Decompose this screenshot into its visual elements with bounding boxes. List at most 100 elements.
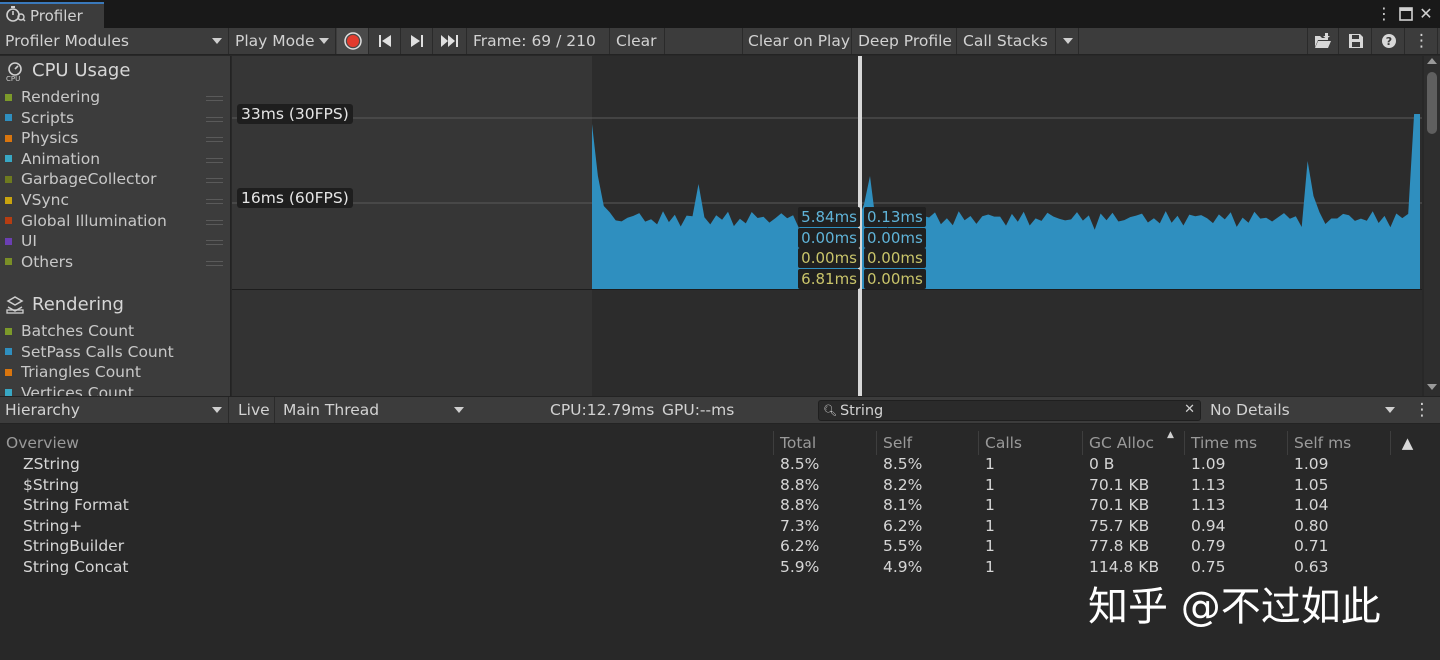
reorder-handle-icon[interactable] bbox=[206, 137, 223, 143]
scroll-down-icon[interactable] bbox=[1427, 384, 1437, 390]
table-cell: 0.94 bbox=[1191, 516, 1226, 535]
clear-on-play-toggle[interactable]: Clear on Play bbox=[742, 28, 852, 54]
help-button[interactable]: ? bbox=[1373, 28, 1405, 54]
record-button[interactable] bbox=[337, 28, 369, 54]
cpu-usage-module-header[interactable]: CPU CPU Usage bbox=[5, 60, 130, 81]
cpu-legend-item[interactable]: Animation bbox=[5, 150, 100, 168]
maximize-icon[interactable] bbox=[1396, 4, 1416, 24]
cpu-legend-item[interactable]: Global Illumination bbox=[5, 212, 167, 230]
column-header[interactable]: Calls bbox=[978, 431, 1082, 455]
table-cell: 8.5% bbox=[780, 455, 820, 473]
legend-color-swatch bbox=[5, 217, 12, 225]
table-row[interactable]: StringBuilder 6.2% 5.5% 1 77.8 KB 0.79 0.71 bbox=[0, 537, 1440, 558]
scroll-up-icon[interactable] bbox=[1427, 58, 1437, 64]
table-row[interactable]: ZString 8.5% 8.5% 1 0 B 1.09 1.09 bbox=[0, 455, 1440, 476]
table-cell: 70.1 KB bbox=[1089, 496, 1150, 515]
table-row[interactable]: String Format 8.8% 8.1% 1 70.1 KB 1.13 1.04 bbox=[0, 496, 1440, 517]
call-stacks-dropdown[interactable] bbox=[1057, 28, 1079, 54]
clear-button[interactable]: Clear bbox=[611, 28, 665, 54]
search-field[interactable]: 🔍︎ String ✕ bbox=[818, 400, 1201, 421]
reorder-handle-icon[interactable] bbox=[206, 260, 223, 266]
help-icon: ? bbox=[1381, 34, 1396, 48]
reorder-handle-icon[interactable] bbox=[206, 96, 223, 101]
cpu-legend-item[interactable]: Scripts bbox=[5, 109, 74, 127]
deep-profile-toggle[interactable]: Deep Profile bbox=[853, 28, 957, 54]
folder-open-icon bbox=[1315, 33, 1331, 48]
cpu-legend-item[interactable]: Physics bbox=[5, 129, 78, 147]
cpu-legend-item[interactable]: UI bbox=[5, 232, 37, 250]
cpu-legend-item[interactable]: VSync bbox=[5, 191, 69, 209]
more-options-icon[interactable]: ⋮ bbox=[1406, 28, 1438, 54]
cpu-time: CPU:12.79ms bbox=[550, 401, 655, 419]
column-header[interactable]: Time ms bbox=[1184, 431, 1287, 455]
table-cell: StringBuilder bbox=[23, 537, 125, 556]
cpu-legend-item[interactable]: Others bbox=[5, 253, 73, 271]
legend-label: Vertices Count bbox=[21, 383, 134, 396]
table-cell: 1 bbox=[985, 455, 995, 473]
table-cell: 1 bbox=[985, 496, 995, 515]
rendering-legend-item[interactable]: Batches Count bbox=[5, 322, 134, 340]
frame-counter: Frame: 69 / 210 bbox=[468, 28, 610, 54]
load-button[interactable] bbox=[1307, 28, 1339, 54]
hierarchy-options-icon[interactable]: ⋮ bbox=[1407, 397, 1437, 423]
legend-label: GarbageCollector bbox=[21, 170, 157, 189]
table-cell: 5.5% bbox=[883, 537, 923, 556]
save-button[interactable] bbox=[1340, 28, 1372, 54]
view-mode-dropdown[interactable]: Hierarchy bbox=[0, 397, 229, 423]
current-frame-button[interactable] bbox=[434, 28, 467, 54]
search-input[interactable]: String bbox=[840, 403, 883, 419]
close-icon[interactable]: ✕ bbox=[1416, 4, 1436, 24]
details-dropdown[interactable]: No Details bbox=[1205, 397, 1401, 423]
legend-color-swatch bbox=[5, 348, 12, 356]
kebab-icon[interactable]: ⋮ bbox=[1374, 4, 1394, 24]
scrollbar-thumb[interactable] bbox=[1427, 72, 1437, 134]
profiler-tab[interactable]: Profiler bbox=[0, 2, 104, 28]
next-frame-button[interactable] bbox=[402, 28, 433, 54]
table-row[interactable]: $String 8.8% 8.2% 1 70.1 KB 1.13 1.05 bbox=[0, 476, 1440, 497]
clear-search-icon[interactable]: ✕ bbox=[1184, 402, 1195, 417]
thread-dropdown[interactable]: Main Thread bbox=[278, 397, 470, 423]
legend-color-swatch bbox=[5, 237, 12, 245]
reorder-handle-icon[interactable] bbox=[206, 240, 223, 246]
frame-value-left: 6.81ms bbox=[798, 269, 860, 289]
rendering-legend-item[interactable]: SetPass Calls Count bbox=[5, 343, 174, 361]
rendering-legend-item[interactable]: Vertices Count bbox=[5, 384, 134, 396]
first-frame-button[interactable] bbox=[370, 28, 401, 54]
table-row[interactable]: String+ 7.3% 6.2% 1 75.7 KB 0.94 0.80 bbox=[0, 517, 1440, 538]
column-header[interactable]: Overview bbox=[0, 431, 773, 455]
fps60-label: 16ms (60FPS) bbox=[237, 188, 353, 208]
table-cell: 1.04 bbox=[1294, 496, 1329, 515]
chart-scrollbar[interactable] bbox=[1424, 56, 1440, 396]
play-mode-dropdown[interactable]: Play Mode bbox=[230, 28, 336, 54]
reorder-handle-icon[interactable] bbox=[206, 116, 223, 122]
table-cell: 1.13 bbox=[1191, 475, 1226, 494]
rendering-icon bbox=[6, 295, 24, 314]
warning-column-icon[interactable]: ▲ bbox=[1390, 431, 1424, 455]
profiler-modules-dropdown[interactable]: Profiler Modules bbox=[0, 28, 229, 54]
legend-color-swatch bbox=[5, 175, 12, 183]
reorder-handle-icon[interactable] bbox=[206, 219, 223, 225]
column-header[interactable]: Total bbox=[773, 431, 876, 455]
cpu-legend-item[interactable]: GarbageCollector bbox=[5, 170, 157, 188]
legend-label: Batches Count bbox=[21, 322, 135, 340]
rendering-module-header[interactable]: Rendering bbox=[5, 294, 124, 315]
legend-color-swatch bbox=[5, 93, 12, 101]
table-cell: 77.8 KB bbox=[1089, 537, 1150, 556]
column-header[interactable]: Self bbox=[876, 431, 978, 455]
play-mode-label: Play Mode bbox=[235, 32, 315, 50]
search-icon: 🔍︎ bbox=[823, 404, 837, 417]
table-cell: 8.2% bbox=[883, 475, 923, 494]
watermark: 知乎 @不过如此 bbox=[1088, 584, 1381, 630]
reorder-handle-icon[interactable] bbox=[206, 157, 223, 163]
save-icon bbox=[1348, 34, 1363, 48]
legend-label: SetPass Calls Count bbox=[21, 342, 174, 361]
rendering-legend-item[interactable]: Triangles Count bbox=[5, 363, 141, 381]
reorder-handle-icon[interactable] bbox=[206, 178, 223, 184]
column-header[interactable]: Self ms bbox=[1287, 431, 1390, 455]
table-cell: 8.5% bbox=[883, 455, 923, 473]
reorder-handle-icon[interactable] bbox=[206, 199, 223, 204]
frame-value-left: 0.00ms bbox=[798, 228, 860, 248]
call-stacks-toggle[interactable]: Call Stacks bbox=[958, 28, 1056, 54]
cpu-legend-item[interactable]: Rendering bbox=[5, 88, 100, 106]
live-toggle[interactable]: Live bbox=[233, 397, 275, 423]
